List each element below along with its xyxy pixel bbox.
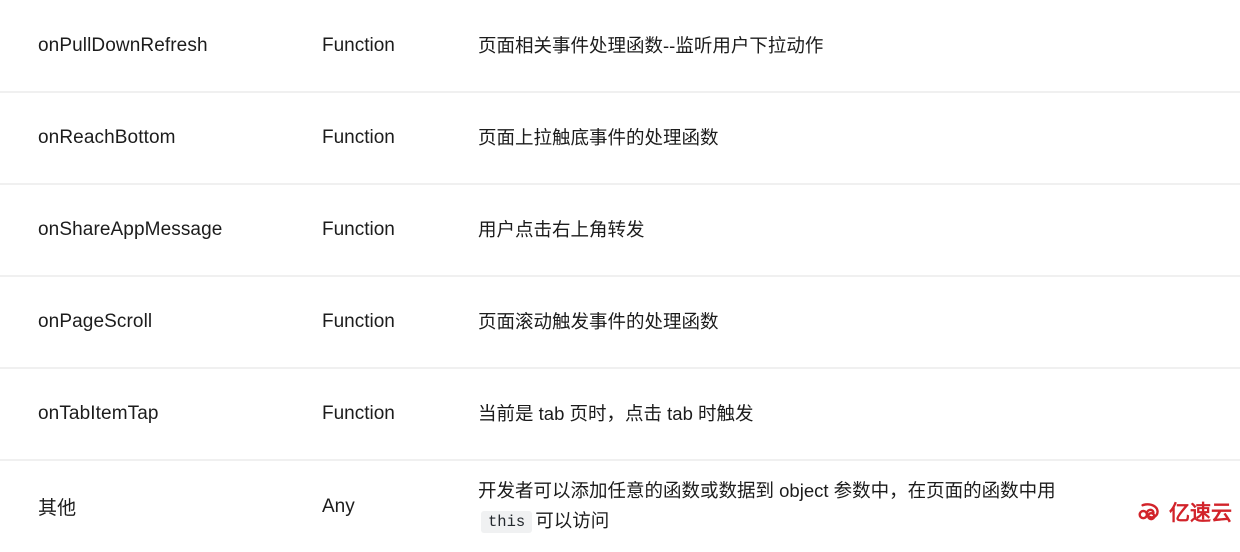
cell-property-name: onPageScroll [0,276,322,369]
cell-property-name: onReachBottom [0,92,322,185]
description-text-tail: 可以访问 [535,510,610,531]
cell-property-type: Any [322,460,478,552]
table-row: onPullDownRefresh Function 页面相关事件处理函数--监… [0,0,1240,93]
cell-property-description: 当前是 tab 页时，点击 tab 时触发 [478,368,1240,461]
cell-property-name: 其他 [0,460,322,552]
cell-property-type: Function [322,92,478,185]
cell-property-type: Function [322,184,478,277]
cell-property-description: 用户点击右上角转发 [478,184,1240,277]
table-row: onPageScroll Function 页面滚动触发事件的处理函数 [0,276,1240,369]
description-text: 页面相关事件处理函数--监听用户下拉动作 [478,34,824,56]
cell-property-type: Function [322,276,478,369]
cell-property-description: 页面上拉触底事件的处理函数 [478,92,1240,185]
description-text: 用户点击右上角转发 [478,219,645,240]
description-text: 开发者可以添加任意的函数或数据到 object 参数中，在页面的函数中用 [478,480,1056,501]
table-row: 其他 Any 开发者可以添加任意的函数或数据到 object 参数中，在页面的函… [0,460,1240,552]
description-text-continued: this 可以访问 [478,506,1216,537]
cell-property-type: Function [322,368,478,461]
table-row: onReachBottom Function 页面上拉触底事件的处理函数 [0,92,1240,185]
table-body: onPullDownRefresh Function 页面相关事件处理函数--监… [0,0,1240,552]
cell-property-name: onShareAppMessage [0,184,322,277]
cell-property-description: 页面滚动触发事件的处理函数 [478,276,1240,369]
cell-property-description: 开发者可以添加任意的函数或数据到 object 参数中，在页面的函数中用 thi… [478,460,1240,552]
description-text: 当前是 tab 页时，点击 tab 时触发 [478,403,754,424]
cell-property-type: Function [322,0,478,93]
table-row: onShareAppMessage Function 用户点击右上角转发 [0,184,1240,277]
cell-property-name: onPullDownRefresh [0,0,322,93]
cell-property-name: onTabItemTap [0,368,322,461]
table-row: onTabItemTap Function 当前是 tab 页时，点击 tab … [0,368,1240,461]
api-reference-table: onPullDownRefresh Function 页面相关事件处理函数--监… [0,0,1240,552]
cell-property-description: 页面相关事件处理函数--监听用户下拉动作 [478,0,1240,93]
description-text: 页面上拉触底事件的处理函数 [478,127,719,148]
description-text: 页面滚动触发事件的处理函数 [478,311,719,332]
